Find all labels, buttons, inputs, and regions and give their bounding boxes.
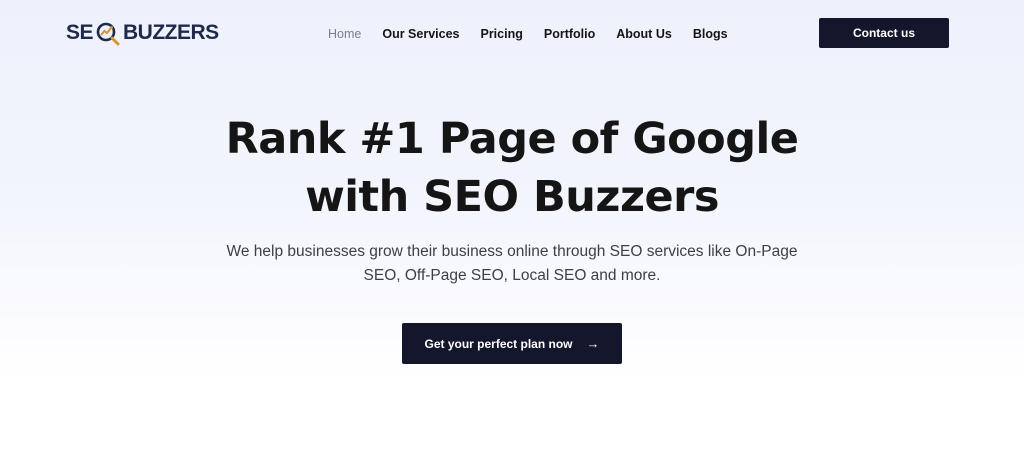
brand-logo[interactable]: SE BUZZERS: [66, 18, 219, 48]
logo-text-left: SE: [66, 21, 94, 44]
main-menu: Home Our Services Pricing Portfolio Abou…: [328, 24, 728, 44]
hero-subtitle: We help businesses grow their business o…: [226, 243, 798, 284]
logo-text-right: BUZZERS: [123, 21, 219, 44]
nav-blogs[interactable]: Blogs: [693, 27, 728, 41]
top-navigation: SE BUZZERS Home Our Services Pricing Por…: [0, 0, 1024, 66]
hero-title-line-1: Rank #1 Page of Google: [225, 114, 799, 164]
get-plan-button[interactable]: Get your perfect plan now →: [402, 323, 622, 364]
get-plan-label: Get your perfect plan now: [424, 336, 573, 351]
nav-pricing[interactable]: Pricing: [480, 27, 522, 41]
nav-home[interactable]: Home: [328, 27, 361, 41]
nav-our-services[interactable]: Our Services: [382, 27, 459, 41]
hero-title-line-2: with SEO Buzzers: [305, 172, 719, 222]
arrow-right-icon: →: [586, 336, 600, 351]
magnifier-chart-icon: [93, 20, 123, 46]
contact-us-button[interactable]: Contact us: [819, 18, 949, 48]
nav-portfolio[interactable]: Portfolio: [544, 27, 595, 41]
hero-title: Rank #1 Page of Google with SEO Buzzers: [0, 110, 1024, 226]
nav-about-us[interactable]: About Us: [616, 27, 672, 41]
